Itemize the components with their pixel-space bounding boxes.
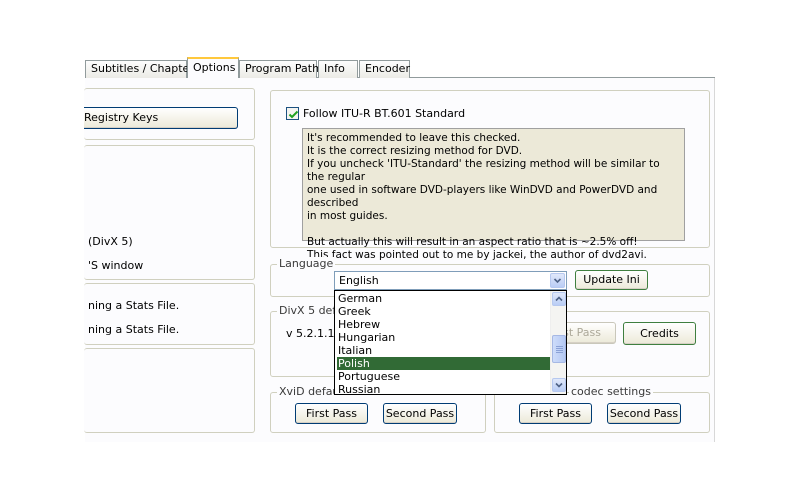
tab-info[interactable]: Info [318, 60, 358, 78]
language-option-greek[interactable]: Greek [337, 305, 550, 318]
language-select[interactable]: English [334, 271, 567, 290]
info-line: If you uncheck 'ITU-Standard' the resizi… [307, 158, 660, 183]
scroll-down-icon[interactable] [552, 378, 566, 392]
language-selected-value: English [339, 274, 379, 287]
info-line [307, 223, 680, 236]
stats-option-2: ning a Stats File. [88, 323, 180, 336]
tab-label: Options [193, 61, 236, 74]
codec-first-pass-label: First Pass [530, 407, 581, 420]
language-option-hungarian[interactable]: Hungarian [337, 331, 550, 344]
tab-label: Program Paths [245, 62, 325, 75]
language-option-italian[interactable]: Italian [337, 344, 550, 357]
itu-info-box: It's recommended to leave this checked. … [302, 128, 685, 261]
divx-option-text: (DivX 5) [88, 235, 133, 248]
language-dropdown-list[interactable]: German Greek Hebrew Hungarian Italian Po… [334, 290, 567, 395]
info-line: in most guides. [307, 210, 388, 222]
update-ini-button[interactable]: Update Ini [575, 270, 648, 290]
codec-second-pass-button[interactable]: Second Pass [607, 403, 681, 424]
scroll-up-icon[interactable] [552, 292, 566, 306]
tab-label: Subtitles / Chapters [91, 62, 200, 75]
tab-label: Info [324, 62, 345, 75]
tab-options[interactable]: Options [187, 57, 239, 78]
itu-checkbox[interactable] [286, 107, 299, 120]
xvid-first-pass-label: First Pass [306, 407, 357, 420]
grip-line [556, 352, 563, 353]
scroll-thumb[interactable] [552, 335, 566, 363]
tab-encoder[interactable]: Encoder [359, 60, 410, 78]
itu-checkbox-label[interactable]: Follow ITU-R BT.601 Standard [303, 107, 465, 121]
info-line: It's recommended to leave this checked. [307, 132, 521, 144]
info-line: This fact was pointed out to me by jacke… [307, 249, 647, 261]
xvid-first-pass-button[interactable]: First Pass [295, 403, 368, 424]
grip-line [556, 350, 563, 351]
window-option-text: 'S window [88, 259, 144, 272]
language-option-portuguese[interactable]: Portuguese [337, 370, 550, 383]
language-option-polish[interactable]: Polish [337, 357, 550, 370]
registry-keys-button[interactable]: Registry Keys [84, 107, 238, 129]
credits-button[interactable]: Credits [623, 322, 696, 345]
info-line: But actually this will result in an aspe… [307, 236, 638, 248]
language-option-german[interactable]: German [337, 292, 550, 305]
info-line: It is the correct resizing method for DV… [307, 145, 523, 157]
dropdown-scrollbar[interactable] [550, 291, 566, 394]
language-option-russian[interactable]: Russian [337, 383, 550, 394]
stats-option-1: ning a Stats File. [88, 299, 180, 312]
info-line: one used in software DVD-players like Wi… [307, 184, 658, 209]
divx-first-pass-label: st Pass [563, 326, 601, 339]
codec-settings-legend: codec settings [569, 385, 653, 399]
tab-label: Encoder [365, 62, 410, 75]
language-legend: Language [277, 257, 336, 271]
update-ini-label: Update Ini [583, 273, 640, 286]
tab-program-paths[interactable]: Program Paths [239, 60, 325, 78]
chevron-down-icon[interactable] [550, 273, 565, 288]
xvid-second-pass-label: Second Pass [385, 407, 455, 420]
codec-second-pass-label: Second Pass [609, 407, 679, 420]
grip-line [556, 346, 563, 347]
registry-keys-label: Registry Keys [84, 111, 159, 124]
credits-label: Credits [640, 327, 679, 340]
language-option-hebrew[interactable]: Hebrew [337, 318, 550, 331]
grip-line [556, 348, 563, 349]
bottom-left-group [84, 348, 255, 433]
xvid-second-pass-button[interactable]: Second Pass [383, 403, 457, 424]
codec-first-pass-button[interactable]: First Pass [519, 403, 592, 424]
check-icon [288, 110, 299, 119]
tab-subtitles-chapters[interactable]: Subtitles / Chapters [85, 60, 200, 78]
